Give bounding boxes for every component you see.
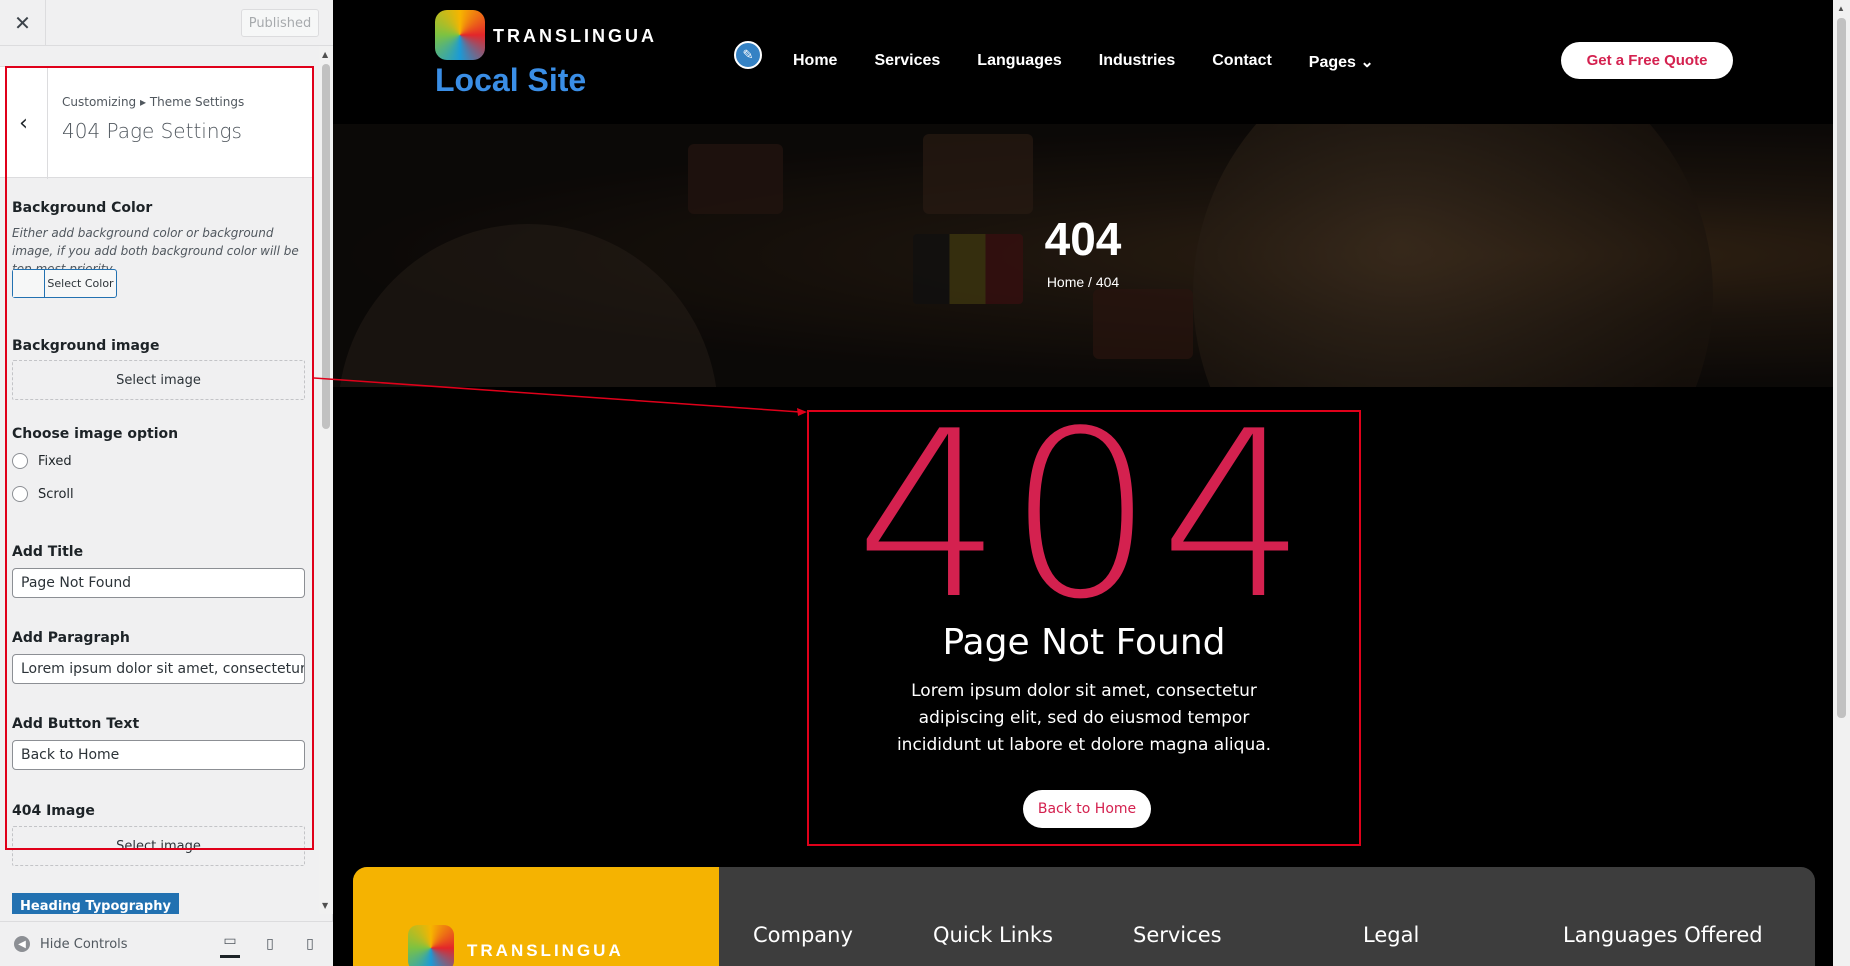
color-swatch	[13, 270, 45, 297]
site-header: TRANSLINGUA Local Site ✎ Home Services L…	[333, 0, 1833, 124]
hero-title: 404	[1044, 213, 1122, 265]
edit-pencil-icon[interactable]: ✎	[734, 41, 762, 69]
not-found-title: Page Not Found	[942, 622, 1226, 663]
footer-brand-panel: TRANSLINGUA	[353, 867, 719, 966]
scroll-down-icon[interactable]: ▼	[322, 901, 328, 910]
nav-item-home[interactable]: Home	[793, 52, 837, 72]
footer-heading-languages: Languages Offered	[1563, 923, 1763, 947]
footer-heading-quick-links: Quick Links	[933, 923, 1054, 947]
close-icon[interactable]: ✕	[0, 0, 46, 46]
nav-item-pages[interactable]: Pages ⌄	[1309, 52, 1374, 72]
add-title-label: Add Title	[12, 544, 84, 560]
bg-color-label: Background Color	[12, 200, 153, 216]
select-404-image-button[interactable]: Select image	[12, 826, 305, 866]
radio-circle[interactable]	[12, 486, 28, 502]
select-bg-image-button[interactable]: Select image	[12, 360, 305, 400]
customizer-sidebar: ✕ Published ‹ Customizing ▸ Theme Settin…	[0, 0, 333, 966]
back-arrow-icon[interactable]: ‹	[0, 67, 48, 179]
radio-fixed[interactable]: Fixed	[12, 453, 72, 469]
published-button[interactable]: Published	[241, 9, 319, 37]
footer-heading-legal: Legal	[1363, 923, 1420, 947]
nav-item-pages-label: Pages	[1308, 54, 1356, 71]
footer-heading-services: Services	[1133, 923, 1222, 947]
mobile-preview-icon[interactable]: ▯	[300, 934, 320, 954]
image-404-label: 404 Image	[12, 803, 95, 819]
footer-heading-company: Company	[753, 923, 853, 947]
title-input[interactable]: Page Not Found	[12, 568, 305, 598]
button-text-input[interactable]: Back to Home	[12, 740, 305, 770]
select-color-button[interactable]: Select Color	[12, 269, 117, 298]
image-option-label: Choose image option	[12, 426, 179, 442]
radio-scroll[interactable]: Scroll	[12, 486, 74, 502]
radio-scroll-label: Scroll	[38, 486, 74, 502]
site-preview: TRANSLINGUA Local Site ✎ Home Services L…	[333, 0, 1850, 966]
site-name[interactable]: Local Site	[435, 62, 586, 99]
paragraph-input[interactable]: Lorem ipsum dolor sit amet, consectetur …	[12, 654, 305, 684]
nav-item-industries[interactable]: Industries	[1099, 52, 1175, 72]
breadcrumb: Customizing ▸ Theme Settings	[62, 95, 245, 109]
customizer-controls: ‹ Customizing ▸ Theme Settings 404 Page …	[0, 46, 333, 914]
radio-circle[interactable]	[12, 453, 28, 469]
page-hero-banner: 404 Home / 404	[333, 124, 1833, 387]
tablet-preview-icon[interactable]: ▯	[260, 934, 280, 954]
preview-scrollbar[interactable]: ▲	[1833, 0, 1850, 966]
bg-image-label: Background image	[12, 338, 160, 354]
nav-item-services[interactable]: Services	[874, 52, 940, 72]
not-found-paragraph: Lorem ipsum dolor sit amet, consectetur …	[896, 681, 1272, 755]
site-footer: TRANSLINGUA Company Quick Links Services…	[353, 867, 1815, 966]
desktop-preview-icon[interactable]: ▭	[220, 926, 240, 958]
section-header: ‹ Customizing ▸ Theme Settings 404 Page …	[0, 66, 314, 179]
footer-logo-icon[interactable]	[408, 925, 454, 966]
scrollbar-thumb[interactable]	[1837, 18, 1846, 718]
get-quote-button[interactable]: Get a Free Quote	[1561, 42, 1733, 79]
chevron-down-icon: ⌄	[1360, 54, 1374, 71]
customizer-footer: ◀ Hide Controls ▭ ▯ ▯	[0, 921, 333, 966]
sidebar-scrollbar[interactable]: ▲ ▼	[319, 46, 333, 914]
customizer-header: ✕ Published	[0, 0, 333, 46]
translingua-logo-icon[interactable]	[435, 10, 485, 60]
section-title: 404 Page Settings	[62, 119, 242, 143]
nav-item-languages[interactable]: Languages	[977, 52, 1061, 72]
hero-breadcrumb[interactable]: Home / 404	[333, 274, 1833, 290]
scrollbar-thumb[interactable]	[322, 64, 330, 429]
add-paragraph-label: Add Paragraph	[12, 630, 130, 646]
nav-item-contact[interactable]: Contact	[1212, 52, 1272, 72]
not-found-section: 404 Page Not Found Lorem ipsum dolor sit…	[807, 402, 1361, 846]
scroll-up-icon[interactable]: ▲	[1837, 4, 1845, 13]
back-to-home-button[interactable]: Back to Home	[1023, 790, 1151, 828]
footer-logo-wordmark[interactable]: TRANSLINGUA	[467, 941, 624, 961]
hide-controls-label: Hide Controls	[40, 936, 128, 952]
heading-typography-button[interactable]: Heading Typography	[12, 893, 179, 914]
scroll-up-icon[interactable]: ▲	[322, 50, 328, 59]
logo-wordmark[interactable]: TRANSLINGUA	[493, 26, 657, 47]
select-color-label: Select Color	[47, 277, 114, 290]
collapse-icon: ◀	[14, 936, 30, 952]
button-text-label: Add Button Text	[12, 716, 140, 732]
main-nav: Home Services Languages Industries Conta…	[793, 52, 1374, 72]
hide-controls-button[interactable]: ◀ Hide Controls	[14, 936, 128, 952]
radio-fixed-label: Fixed	[38, 453, 72, 469]
not-found-code: 404	[855, 383, 1313, 650]
